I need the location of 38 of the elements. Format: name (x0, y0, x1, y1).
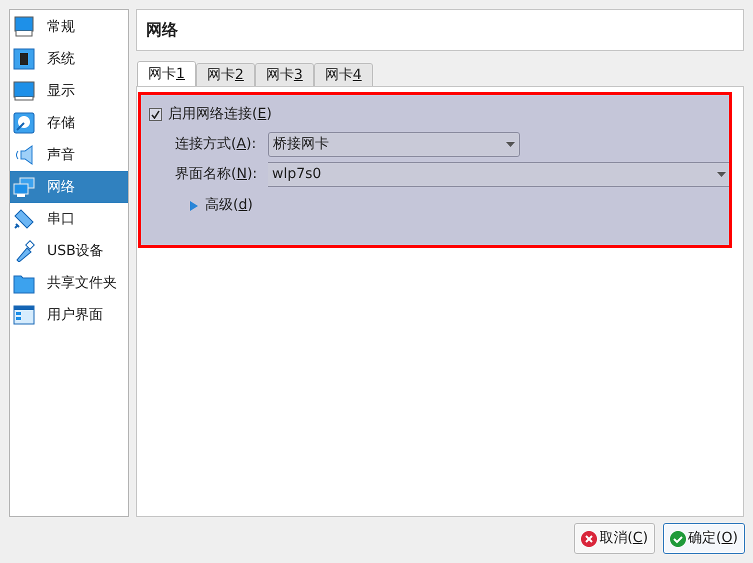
sidebar-item[interactable]: 网络 (10, 171, 128, 203)
checkmark-icon (670, 530, 686, 546)
sidebar-item[interactable]: 串口 (10, 203, 128, 235)
sidebar-item[interactable]: 存储 (10, 107, 128, 139)
sidebar-item[interactable]: 声音 (10, 139, 128, 171)
tab[interactable]: 网卡4 (314, 63, 373, 86)
checkbox-label: 启用网络连接(E) (168, 104, 272, 124)
sidebar-item[interactable]: 显示 (10, 75, 128, 107)
caret-icon (506, 142, 515, 147)
tab[interactable]: 网卡1 (137, 61, 196, 86)
advanced-toggle[interactable]: 高级(d) (190, 195, 253, 216)
cancel-button[interactable]: 取消(C) (574, 523, 656, 554)
sidebar-item[interactable]: USB设备 (10, 235, 128, 267)
monitor-icon (13, 80, 35, 102)
expand-arrow-icon (190, 200, 199, 210)
speaker-icon (13, 144, 35, 166)
caret-icon (717, 172, 726, 177)
chip-icon (13, 48, 35, 70)
sidebar-item[interactable]: 共享文件夹 (10, 267, 128, 299)
checkbox[interactable] (149, 108, 162, 120)
field-label: 连接方式(A): (175, 135, 258, 154)
connection-type-dropdown[interactable]: 桥接网卡 (268, 132, 520, 157)
dropdown-value: 桥接网卡 (273, 135, 329, 154)
ok-button[interactable]: 确定(O) (663, 523, 745, 554)
interface-name-dropdown[interactable]: wlp7s0 (268, 162, 729, 187)
window-icon (13, 304, 35, 326)
page-title: 网络 (146, 19, 178, 41)
field-label: 界面名称(N): (175, 165, 258, 184)
tab[interactable]: 网卡2 (196, 63, 255, 86)
serial-port-icon (13, 208, 35, 230)
sidebar-item[interactable]: 用户界面 (10, 299, 128, 331)
close-icon (581, 530, 598, 546)
dropdown-value: wlp7s0 (272, 165, 322, 184)
sidebar-item[interactable]: 常规 (10, 11, 128, 43)
monitor-icon (13, 16, 35, 38)
tab[interactable]: 网卡3 (254, 63, 314, 86)
sidebar-item[interactable]: 系统 (10, 43, 128, 75)
network-icon (13, 176, 35, 198)
